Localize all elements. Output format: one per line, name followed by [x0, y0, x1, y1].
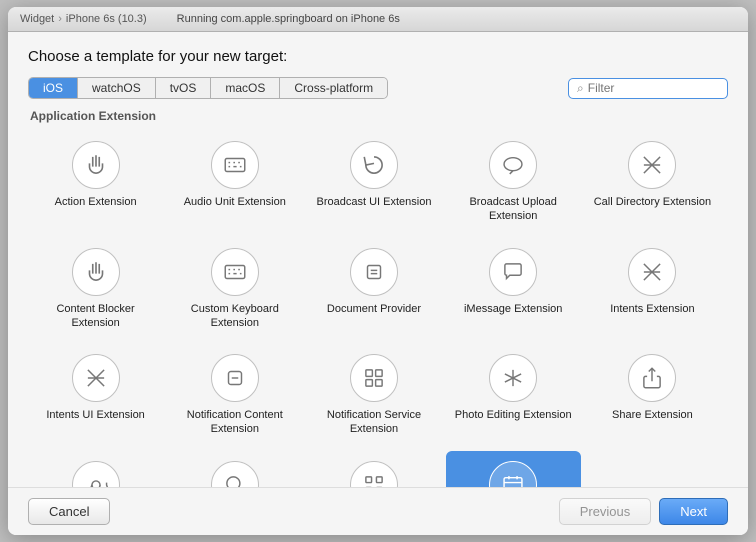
grid-item-share-ext[interactable]: Share Extension [585, 344, 720, 447]
platform-tabs: iOS watchOS tvOS macOS Cross-platform [28, 77, 388, 99]
grid-item-today-ext[interactable]: 17Today Extension [446, 451, 581, 487]
grid-item-broadcast-ui-ext[interactable]: Broadcast UI Extension [306, 131, 441, 234]
icon-share [628, 354, 676, 402]
icon-square-lines [350, 248, 398, 296]
grid-item-broadcast-upload-ext[interactable]: Broadcast Upload Extension [446, 131, 581, 234]
icon-message [489, 141, 537, 189]
icon-at [72, 461, 120, 487]
icon-square-corner [211, 354, 259, 402]
breadcrumb-sep1: › [58, 13, 62, 25]
grid-item-audio-unit-ext[interactable]: Audio Unit Extension [167, 131, 302, 234]
tab-macos[interactable]: macOS [211, 78, 280, 98]
filter-icon: ⌕ [577, 81, 584, 96]
grid-item-label: Broadcast Upload Extension [452, 195, 575, 224]
grid-item-notification-content-ext[interactable]: Notification Content Extension [167, 344, 302, 447]
grid-item-label: Notification Content Extension [173, 408, 296, 437]
section-header: Application Extension [28, 109, 728, 123]
icon-keyboard2 [211, 248, 259, 296]
grid-item-label: iMessage Extension [464, 302, 562, 316]
next-button[interactable]: Next [659, 498, 728, 525]
footer: Cancel Previous Next [8, 487, 748, 535]
icon-grid2 [350, 461, 398, 487]
icon-bubble [489, 248, 537, 296]
grid-item-document-provider-ext[interactable]: Document Provider [306, 238, 441, 341]
icon-refresh [350, 141, 398, 189]
icon-keyboard [211, 141, 259, 189]
grid-item-label: Broadcast UI Extension [317, 195, 432, 209]
grid-item-shared-links-ext[interactable]: Shared Links Extension [28, 451, 163, 487]
grid-item-intents-ui-ext[interactable]: Intents UI Extension [28, 344, 163, 447]
tab-cross-platform[interactable]: Cross-platform [280, 78, 387, 98]
dialog-content: Choose a template for your new target: i… [8, 32, 748, 487]
grid-item-label: Custom Keyboard Extension [173, 302, 296, 331]
cancel-button[interactable]: Cancel [28, 498, 110, 525]
grid-item-label: Photo Editing Extension [455, 408, 572, 422]
grid-item-label: Action Extension [55, 195, 137, 209]
icon-asterisk [489, 354, 537, 402]
breadcrumb: Widget › iPhone 6s (10.3) [20, 13, 147, 25]
filter-input[interactable] [588, 81, 719, 95]
titlebar: Widget › iPhone 6s (10.3) Running com.ap… [8, 7, 748, 32]
grid-item-label: Document Provider [327, 302, 421, 316]
grid-item-action-ext[interactable]: Action Extension [28, 131, 163, 234]
grid-item-label: Notification Service Extension [312, 408, 435, 437]
icon-grid [350, 354, 398, 402]
breadcrumb-widget: Widget [20, 13, 54, 25]
footer-left: Cancel [28, 498, 110, 525]
running-label: Running com.apple.springboard on iPhone … [177, 13, 400, 25]
grid-item-intents-ext[interactable]: Intents Extension [585, 238, 720, 341]
dialog-title: Choose a template for your new target: [28, 48, 728, 65]
grid-item-notification-service-ext[interactable]: Notification Service Extension [306, 344, 441, 447]
icon-cross-lines [628, 141, 676, 189]
tab-tvos[interactable]: tvOS [156, 78, 212, 98]
grid-item-custom-keyboard-ext[interactable]: Custom Keyboard Extension [167, 238, 302, 341]
icon-magnify [211, 461, 259, 487]
footer-right: Previous Next [559, 498, 728, 525]
grid-item-label: Content Blocker Extension [34, 302, 157, 331]
filter-box: ⌕ [568, 78, 728, 99]
grid-item-label: Share Extension [612, 408, 693, 422]
grid-item-label: Intents Extension [610, 302, 694, 316]
dialog-window: Widget › iPhone 6s (10.3) Running com.ap… [8, 7, 748, 535]
grid-item-content-blocker-ext[interactable]: Content Blocker Extension [28, 238, 163, 341]
grid-item-call-directory-ext[interactable]: Call Directory Extension [585, 131, 720, 234]
grid-item-label: Audio Unit Extension [184, 195, 286, 209]
icon-hand [72, 248, 120, 296]
grid-item-sticker-pack-ext[interactable]: Sticker Pack Extension [306, 451, 441, 487]
grid-item-photo-editing-ext[interactable]: Photo Editing Extension [446, 344, 581, 447]
icon-calendar: 17 [489, 461, 537, 487]
tab-watchos[interactable]: watchOS [78, 78, 156, 98]
grid-item-spotlight-index-ext[interactable]: Spotlight Index Extension [167, 451, 302, 487]
tab-row: iOS watchOS tvOS macOS Cross-platform ⌕ [28, 77, 728, 99]
tab-ios[interactable]: iOS [29, 78, 78, 98]
icon-hand [72, 141, 120, 189]
grid-item-imessage-ext[interactable]: iMessage Extension [446, 238, 581, 341]
grid-item-label: Intents UI Extension [46, 408, 144, 422]
icon-cross-lines2 [628, 248, 676, 296]
icon-cross-lines2 [72, 354, 120, 402]
template-grid: Action Extension Audio Unit Extension Broa… [28, 131, 728, 487]
grid-item-label: Call Directory Extension [594, 195, 711, 209]
previous-button[interactable]: Previous [559, 498, 652, 525]
grid-scroll[interactable]: Action Extension Audio Unit Extension Broa… [28, 131, 728, 487]
breadcrumb-device: iPhone 6s (10.3) [66, 13, 147, 25]
